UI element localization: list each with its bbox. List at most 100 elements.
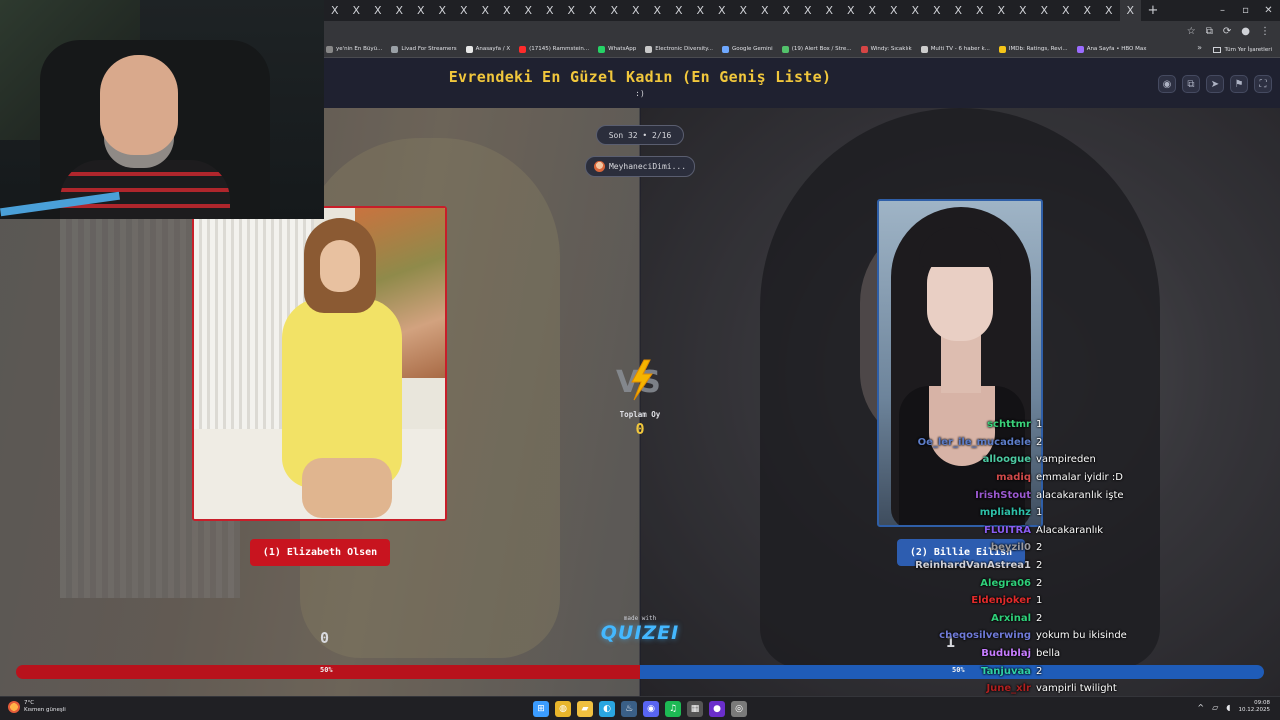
- tab-close-icon[interactable]: X: [374, 4, 382, 17]
- tab-close-icon[interactable]: X: [546, 4, 554, 17]
- edge-icon[interactable]: ◐: [599, 701, 615, 717]
- browser-tab[interactable]: X: [1077, 0, 1099, 21]
- close-window-button[interactable]: ✕: [1257, 0, 1280, 21]
- tab-close-icon[interactable]: X: [911, 4, 919, 17]
- tab-close-icon[interactable]: X: [632, 4, 640, 17]
- contestant-left-image[interactable]: [192, 206, 447, 521]
- bookmark-item[interactable]: Google Gemini: [721, 45, 773, 53]
- tab-close-icon[interactable]: X: [481, 4, 489, 17]
- tab-close-icon[interactable]: X: [1105, 4, 1113, 17]
- tab-close-icon[interactable]: X: [933, 4, 941, 17]
- tab-close-icon[interactable]: X: [890, 4, 898, 17]
- browser-tab[interactable]: X: [711, 0, 733, 21]
- obs-icon[interactable]: ●: [709, 701, 725, 717]
- tab-close-icon[interactable]: X: [718, 4, 726, 17]
- browser-tab[interactable]: X: [1119, 0, 1141, 21]
- tab-close-icon[interactable]: X: [675, 4, 683, 17]
- eye-icon[interactable]: ◉: [1158, 75, 1176, 93]
- bookmark-star-icon[interactable]: ☆: [1187, 26, 1196, 37]
- tab-close-icon[interactable]: X: [761, 4, 769, 17]
- browser-tab[interactable]: X: [1098, 0, 1120, 21]
- browser-tab[interactable]: X: [840, 0, 862, 21]
- chrome-icon[interactable]: ◍: [555, 701, 571, 717]
- browser-tab[interactable]: X: [561, 0, 583, 21]
- browser-tab[interactable]: X: [432, 0, 454, 21]
- browser-tab[interactable]: X: [819, 0, 841, 21]
- file-explorer-icon[interactable]: ▰: [577, 701, 593, 717]
- tab-close-icon[interactable]: X: [954, 4, 962, 17]
- steam-icon[interactable]: ♨: [621, 701, 637, 717]
- brand-logo[interactable]: QUIZEI: [590, 622, 690, 644]
- link-icon[interactable]: ⧉: [1182, 75, 1200, 93]
- tab-close-icon[interactable]: X: [976, 4, 984, 17]
- browser-tab[interactable]: X: [797, 0, 819, 21]
- minimize-button[interactable]: –: [1211, 0, 1234, 21]
- browser-tab[interactable]: X: [1055, 0, 1077, 21]
- maximize-button[interactable]: ▫: [1234, 0, 1257, 21]
- tab-close-icon[interactable]: X: [610, 4, 618, 17]
- tab-close-icon[interactable]: X: [503, 4, 511, 17]
- browser-tab[interactable]: X: [539, 0, 561, 21]
- all-bookmarks[interactable]: Tüm Yer İşaretleri: [1212, 41, 1272, 58]
- browser-tab[interactable]: X: [367, 0, 389, 21]
- calculator-icon[interactable]: ▦: [687, 701, 703, 717]
- browser-tab[interactable]: X: [582, 0, 604, 21]
- tab-close-icon[interactable]: X: [868, 4, 876, 17]
- tab-close-icon[interactable]: X: [352, 4, 360, 17]
- profile-icon[interactable]: ●: [1241, 26, 1250, 37]
- bookmark-item[interactable]: (17145) Rammstein...: [519, 45, 589, 53]
- tab-close-icon[interactable]: X: [782, 4, 790, 17]
- bookmark-item[interactable]: Multi TV - 6 haber k...: [920, 45, 990, 53]
- browser-tab[interactable]: X: [410, 0, 432, 21]
- browser-tab[interactable]: X: [754, 0, 776, 21]
- tab-close-icon[interactable]: X: [1040, 4, 1048, 17]
- tab-close-icon[interactable]: X: [1083, 4, 1091, 17]
- tab-close-icon[interactable]: X: [589, 4, 597, 17]
- bookmark-item[interactable]: ye'nin En Büyü...: [326, 45, 382, 53]
- browser-tab[interactable]: X: [668, 0, 690, 21]
- extensions-icon[interactable]: ⧉: [1206, 26, 1213, 37]
- tab-close-icon[interactable]: X: [653, 4, 661, 17]
- browser-tab[interactable]: X: [948, 0, 970, 21]
- windows-start-icon[interactable]: ⊞: [533, 701, 549, 717]
- browser-tab[interactable]: X: [647, 0, 669, 21]
- bookmark-item[interactable]: Ana Sayfa • HBO Max: [1076, 45, 1146, 53]
- bookmark-item[interactable]: IMDb: Ratings, Revi...: [998, 45, 1068, 53]
- bookmarks-overflow-icon[interactable]: »: [1197, 43, 1202, 52]
- browser-tab[interactable]: X: [690, 0, 712, 21]
- browser-tab[interactable]: X: [926, 0, 948, 21]
- bookmark-item[interactable]: Anasayfa / X: [465, 45, 510, 53]
- browser-tab[interactable]: X: [604, 0, 626, 21]
- browser-tab[interactable]: X: [905, 0, 927, 21]
- browser-tab[interactable]: X: [453, 0, 475, 21]
- bookmark-item[interactable]: (19) Alert Box / Stre...: [781, 45, 852, 53]
- tab-close-icon[interactable]: X: [438, 4, 446, 17]
- tab-close-icon[interactable]: X: [395, 4, 403, 17]
- fullscreen-icon[interactable]: ⛶: [1254, 75, 1272, 93]
- tab-close-icon[interactable]: X: [1019, 4, 1027, 17]
- browser-tab[interactable]: X: [346, 0, 368, 21]
- weather-widget[interactable]: 7°C Kısmen güneşli: [8, 700, 66, 714]
- tab-close-icon[interactable]: X: [567, 4, 575, 17]
- tab-close-icon[interactable]: X: [847, 4, 855, 17]
- clock[interactable]: 09:08 10.12.2025: [1239, 700, 1271, 714]
- new-tab-button[interactable]: +: [1145, 3, 1161, 18]
- send-icon[interactable]: ➤: [1206, 75, 1224, 93]
- bookmark-item[interactable]: Livad For Streamers: [391, 45, 457, 53]
- bookmark-item[interactable]: WhatsApp: [598, 45, 636, 53]
- browser-tab[interactable]: X: [324, 0, 346, 21]
- volume-icon[interactable]: ◖: [1226, 703, 1230, 712]
- browser-tab[interactable]: X: [733, 0, 755, 21]
- tray-chevron-icon[interactable]: ^: [1197, 703, 1204, 712]
- tab-close-icon[interactable]: X: [739, 4, 747, 17]
- browser-tab[interactable]: X: [883, 0, 905, 21]
- browser-tab[interactable]: X: [969, 0, 991, 21]
- browser-tab[interactable]: X: [776, 0, 798, 21]
- browser-tab[interactable]: X: [1012, 0, 1034, 21]
- tab-close-icon[interactable]: X: [696, 4, 704, 17]
- browser-tab[interactable]: X: [1034, 0, 1056, 21]
- browser-tab[interactable]: X: [991, 0, 1013, 21]
- tab-close-icon[interactable]: X: [804, 4, 812, 17]
- tab-close-icon[interactable]: X: [825, 4, 833, 17]
- browser-tab[interactable]: X: [496, 0, 518, 21]
